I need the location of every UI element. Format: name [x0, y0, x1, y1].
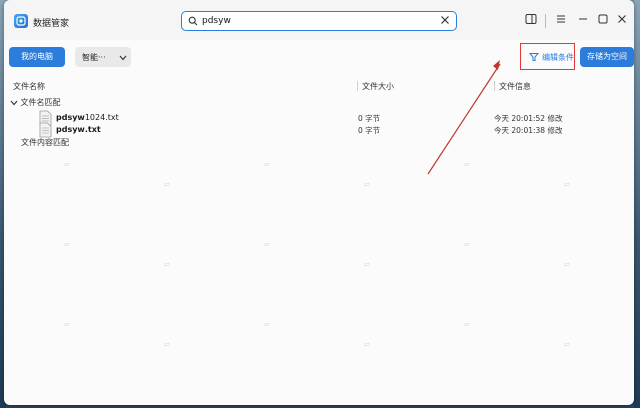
app-window: 数据管家 pdsyw 我的电脑 智能··· 编辑条件 存储为空间 文件名称 文件… [4, 0, 634, 405]
annotation-arrow [427, 60, 501, 175]
desktop-background-right [634, 0, 640, 408]
